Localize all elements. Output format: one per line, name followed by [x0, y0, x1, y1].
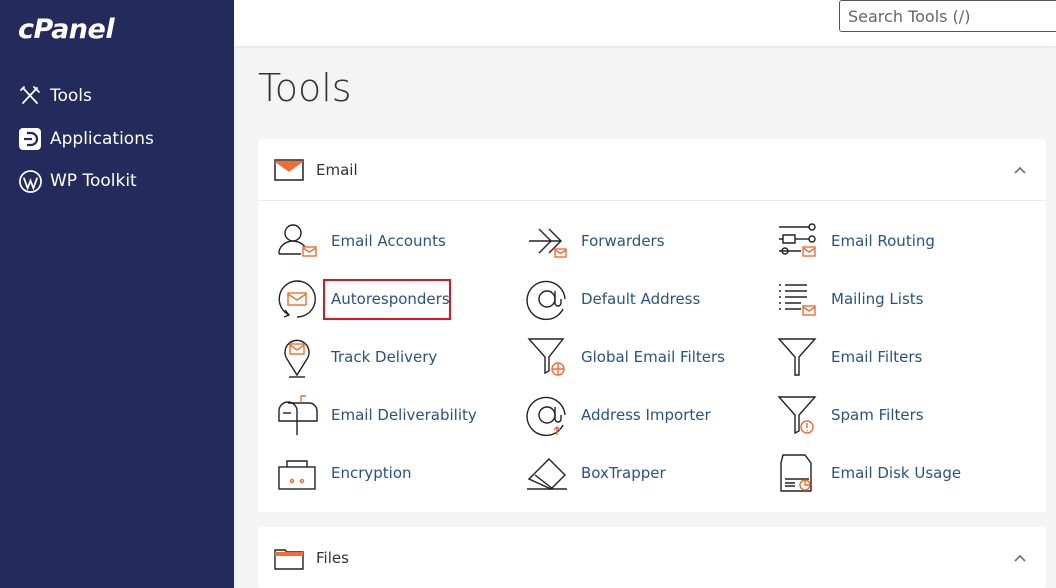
tool-track-delivery[interactable]: Track Delivery — [274, 333, 437, 381]
tool-mailing-lists[interactable]: Mailing Lists — [774, 275, 923, 323]
tool-label: Global Email Filters — [581, 348, 725, 366]
tool-email-deliverability[interactable]: Email Deliverability — [274, 391, 477, 439]
spam-filters-icon — [774, 391, 820, 439]
sidebar: cPanel Tools Applications WP Toolkit — [0, 0, 234, 588]
email-filters-icon — [774, 333, 820, 381]
chevron-up-icon[interactable] — [1012, 162, 1028, 178]
tool-forwarders[interactable]: Forwarders — [524, 217, 665, 265]
tool-label: BoxTrapper — [581, 464, 666, 482]
track-delivery-icon — [274, 333, 320, 381]
sidebar-item-label: WP Toolkit — [50, 171, 137, 191]
folder-icon — [274, 543, 304, 573]
default-address-icon — [524, 275, 570, 323]
sidebar-item-label: Applications — [50, 129, 154, 149]
tool-label: Email Accounts — [331, 232, 446, 250]
tool-email-routing[interactable]: Email Routing — [774, 217, 935, 265]
email-accounts-icon — [274, 217, 320, 265]
forwarders-icon — [524, 217, 570, 265]
address-importer-icon — [524, 391, 570, 439]
tool-label: Track Delivery — [331, 348, 438, 366]
email-deliverability-icon — [274, 391, 320, 439]
tool-label: Encryption — [331, 464, 412, 482]
section-title: Email — [316, 160, 358, 179]
page-title: Tools — [258, 66, 352, 110]
sidebar-item-label: Tools — [50, 86, 92, 106]
tool-default-address[interactable]: Default Address — [524, 275, 700, 323]
tool-label: Forwarders — [581, 232, 665, 250]
sidebar-item-tools[interactable]: Tools — [18, 81, 92, 111]
tool-label: Address Importer — [581, 406, 711, 424]
sidebar-item-applications[interactable]: Applications — [18, 124, 154, 154]
tool-label: Mailing Lists — [831, 290, 924, 308]
files-section: Files — [258, 527, 1046, 588]
tool-label: Email Filters — [831, 348, 923, 366]
tool-autoresponders[interactable]: Autoresponders — [274, 275, 450, 323]
search-input[interactable] — [839, 0, 1056, 32]
tool-email-filters[interactable]: Email Filters — [774, 333, 922, 381]
chevron-up-icon[interactable] — [1012, 550, 1028, 566]
email-routing-icon — [774, 217, 820, 265]
tool-label: Email Routing — [831, 232, 935, 250]
sidebar-item-wp-toolkit[interactable]: WP Toolkit — [18, 166, 137, 196]
autoresponders-icon — [274, 275, 320, 323]
section-title: Files — [316, 548, 349, 567]
tool-boxtrapper[interactable]: BoxTrapper — [524, 449, 666, 497]
tool-label: Autoresponders — [331, 290, 450, 308]
envelope-icon — [274, 155, 304, 185]
top-header — [234, 0, 1056, 46]
mailing-lists-icon — [774, 275, 820, 323]
tool-email-disk-usage[interactable]: Email Disk Usage — [774, 449, 961, 497]
tools-icon — [18, 84, 42, 108]
encryption-icon — [274, 449, 320, 497]
wordpress-icon — [18, 169, 42, 193]
email-section-header[interactable]: Email — [258, 139, 1046, 201]
files-section-header[interactable]: Files — [258, 527, 1046, 588]
applications-icon — [18, 127, 42, 151]
cpanel-logo[interactable]: cPanel — [18, 14, 115, 45]
email-disk-usage-icon — [774, 449, 820, 497]
global-email-filters-icon — [524, 333, 570, 381]
tool-label: Default Address — [581, 290, 701, 308]
tool-email-accounts[interactable]: Email Accounts — [274, 217, 446, 265]
tool-label: Spam Filters — [831, 406, 924, 424]
tool-label: Email Disk Usage — [831, 464, 962, 482]
tool-spam-filters[interactable]: Spam Filters — [774, 391, 924, 439]
tool-global-email-filters[interactable]: Global Email Filters — [524, 333, 725, 381]
boxtrapper-icon — [524, 449, 570, 497]
tool-label: Email Deliverability — [331, 406, 477, 424]
tool-address-importer[interactable]: Address Importer — [524, 391, 711, 439]
tool-encryption[interactable]: Encryption — [274, 449, 412, 497]
